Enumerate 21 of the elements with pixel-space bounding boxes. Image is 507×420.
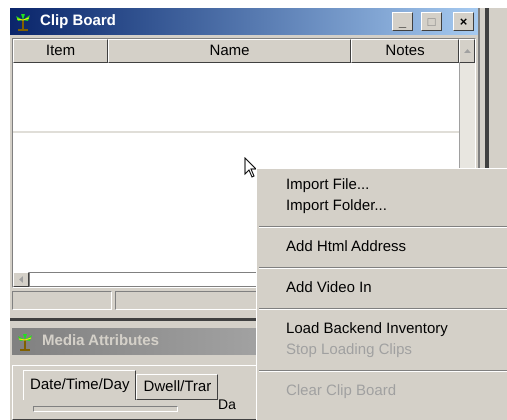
minimize-button[interactable]: _ — [392, 12, 413, 31]
tab[interactable]: Dwell/Trar — [136, 374, 218, 400]
column-header[interactable]: Notes — [351, 39, 459, 63]
window-title: Media Attributes — [42, 331, 159, 352]
menu-item[interactable]: Add Video In — [257, 278, 507, 299]
tab[interactable]: Date/Time/Day — [23, 370, 136, 400]
palm-tree-icon — [16, 332, 34, 350]
close-button[interactable]: × — [453, 12, 474, 31]
scroll-left-button[interactable] — [13, 272, 29, 287]
scroll-up-button[interactable] — [459, 39, 475, 63]
window-title: Clip Board — [40, 11, 116, 32]
menu-item[interactable]: Import File... — [257, 175, 507, 196]
up-arrow-icon — [464, 49, 470, 53]
palm-tree-icon — [14, 12, 32, 30]
field-label: Da — [218, 397, 236, 411]
menu-item[interactable]: Add Html Address — [257, 237, 507, 258]
column-header[interactable]: Item — [13, 39, 108, 63]
left-arrow-icon — [19, 276, 23, 283]
column-header[interactable]: Name — [108, 39, 351, 63]
menu-item[interactable]: Load Backend Inventory — [257, 319, 507, 340]
menu-item[interactable]: Import Folder... — [257, 196, 507, 217]
